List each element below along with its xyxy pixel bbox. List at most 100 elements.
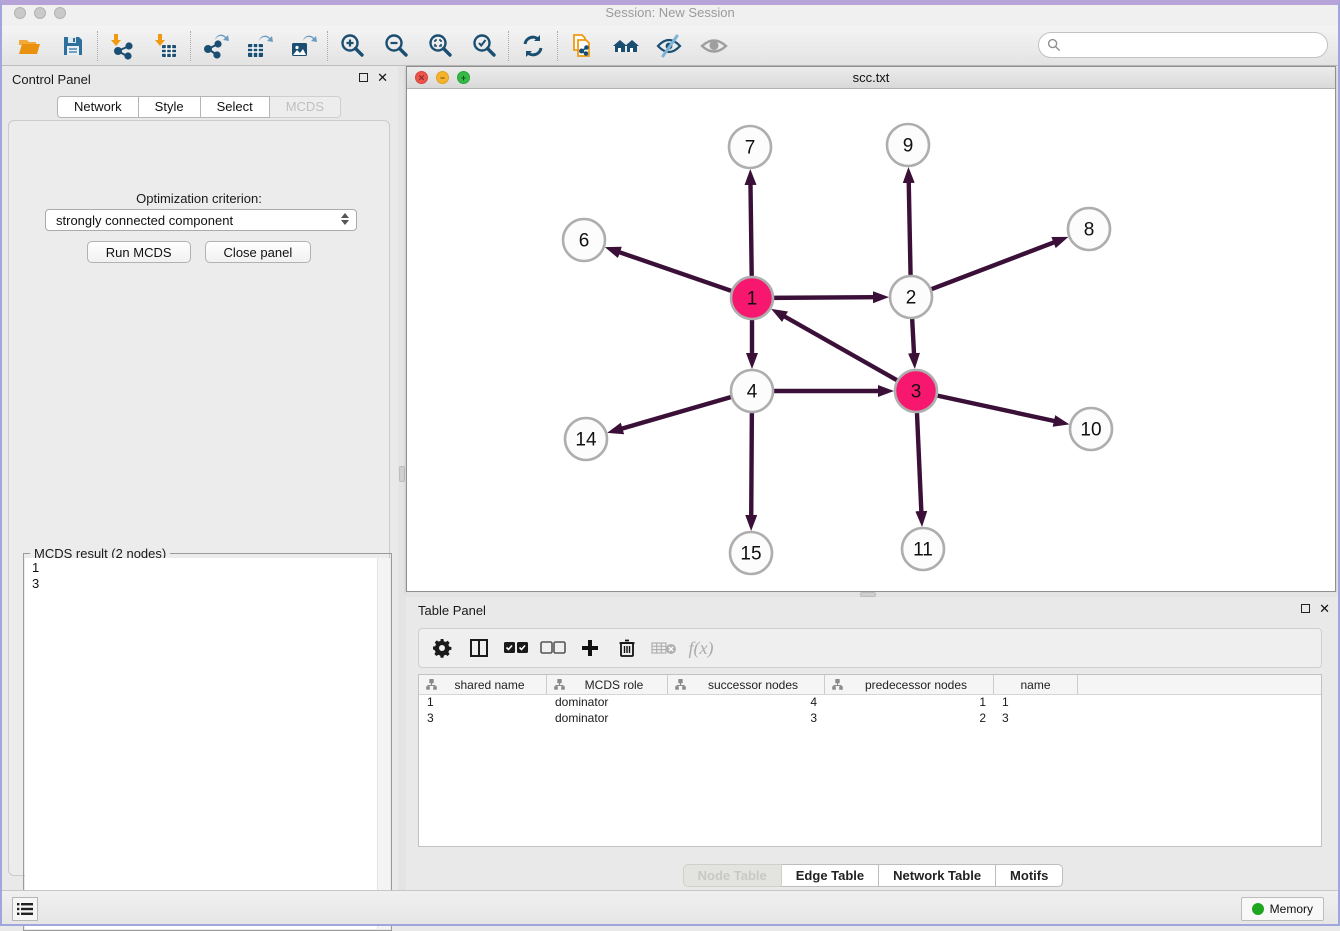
edge-4-15[interactable] (751, 410, 752, 516)
save-session-icon[interactable] (58, 31, 88, 61)
column-header-MCDS-role[interactable]: MCDS role (547, 675, 668, 694)
result-scrollbar[interactable] (377, 558, 390, 929)
node-table: shared name MCDS rolesuccessor nodesprede… (418, 674, 1322, 847)
edge-3-10[interactable] (935, 395, 1055, 421)
zoom-fit-icon[interactable] (425, 31, 455, 61)
svg-text:15: 15 (740, 544, 761, 565)
svg-text:9: 9 (903, 136, 914, 157)
deselect-all-icon[interactable] (538, 633, 568, 663)
search-input[interactable] (1065, 35, 1327, 55)
tab-node-table[interactable]: Node Table (683, 864, 782, 887)
hide-selected-icon[interactable] (655, 31, 685, 61)
edge-1-2[interactable] (771, 297, 874, 298)
network-graph[interactable]: 7 9 6 8 1 2 4 3 14 10 15 11 (407, 89, 1335, 591)
cell-MCDS-role[interactable]: dominator (547, 711, 668, 727)
close-table-panel-icon[interactable]: ✕ (1319, 603, 1330, 614)
cell-shared-name[interactable]: 1 (419, 695, 547, 711)
function-builder-icon[interactable]: f(x) (686, 633, 716, 663)
tab-edge-table[interactable]: Edge Table (782, 864, 879, 887)
table-header-row: shared name MCDS rolesuccessor nodesprede… (419, 675, 1321, 695)
table-body: 1dominator4113dominator323 (419, 695, 1321, 727)
search-icon (1047, 38, 1061, 52)
delete-table-icon[interactable] (649, 633, 679, 663)
tab-select[interactable]: Select (201, 96, 270, 118)
edge-2-3[interactable] (912, 316, 914, 354)
edge-2-8[interactable] (929, 242, 1055, 290)
tab-style[interactable]: Style (139, 96, 201, 118)
open-session-icon[interactable] (14, 31, 44, 61)
column-header-successor-nodes[interactable]: successor nodes (668, 675, 825, 694)
float-table-panel-icon[interactable] (1301, 604, 1310, 613)
tab-network-table[interactable]: Network Table (879, 864, 996, 887)
settings-gear-icon[interactable] (427, 633, 457, 663)
column-view-icon[interactable] (464, 633, 494, 663)
memory-button[interactable]: Memory (1241, 897, 1324, 921)
edge-2-9[interactable] (909, 182, 911, 278)
export-table-icon[interactable] (244, 31, 274, 61)
cell-name[interactable]: 1 (994, 695, 1078, 711)
session-title: Session: New Session (0, 5, 1340, 20)
vertical-splitter-handle[interactable] (399, 466, 405, 482)
zoom-in-icon[interactable] (337, 31, 367, 61)
graph-node-6[interactable]: 6 (563, 219, 605, 261)
graph-node-1[interactable]: 1 (731, 277, 773, 319)
tab-mcds[interactable]: MCDS (270, 96, 341, 118)
graph-node-7[interactable]: 7 (729, 126, 771, 168)
export-network-icon[interactable] (200, 31, 230, 61)
run-mcds-button[interactable]: Run MCDS (87, 241, 191, 263)
import-table-icon[interactable] (151, 31, 181, 61)
cell-shared-name[interactable]: 3 (419, 711, 547, 727)
graph-node-4[interactable]: 4 (731, 370, 773, 412)
delete-column-icon[interactable] (612, 633, 642, 663)
export-image-icon[interactable] (288, 31, 318, 61)
search-box[interactable] (1038, 32, 1328, 58)
cell-MCDS-role[interactable]: dominator (547, 695, 668, 711)
edge-4-14[interactable] (622, 396, 734, 428)
first-neighbors-icon[interactable] (611, 31, 641, 61)
refresh-view-icon[interactable] (518, 31, 548, 61)
column-label: shared name (437, 678, 542, 692)
column-header-predecessor-nodes[interactable]: predecessor nodes (825, 675, 994, 694)
tab-network[interactable]: Network (57, 96, 139, 118)
column-header-name[interactable]: name (994, 675, 1078, 694)
graph-node-8[interactable]: 8 (1068, 208, 1110, 250)
task-history-button[interactable] (12, 897, 38, 921)
graph-node-2[interactable]: 2 (890, 276, 932, 318)
close-panel-button[interactable]: Close panel (205, 241, 312, 263)
graph-node-15[interactable]: 15 (730, 532, 772, 574)
clone-network-icon[interactable] (567, 31, 597, 61)
show-all-icon[interactable] (699, 31, 729, 61)
graph-node-10[interactable]: 10 (1070, 408, 1112, 450)
mcds-result-area[interactable]: 1 3 (25, 558, 390, 929)
cell-predecessor-nodes[interactable]: 1 (825, 695, 994, 711)
close-panel-icon[interactable]: ✕ (377, 72, 388, 83)
edge-3-1[interactable] (784, 316, 899, 381)
cell-successor-nodes[interactable]: 3 (668, 711, 825, 727)
table-row[interactable]: 1dominator411 (419, 695, 1321, 711)
toolbar-separator (557, 31, 558, 61)
float-panel-icon[interactable] (359, 73, 368, 82)
graph-node-9[interactable]: 9 (887, 124, 929, 166)
edge-1-7[interactable] (750, 184, 751, 279)
table-row[interactable]: 3dominator323 (419, 711, 1321, 727)
graph-node-14[interactable]: 14 (565, 418, 607, 460)
graph-node-11[interactable]: 11 (902, 528, 944, 570)
edge-1-6[interactable] (619, 252, 734, 292)
svg-text:2: 2 (906, 288, 917, 309)
select-all-icon[interactable] (501, 633, 531, 663)
mcds-result-values: 1 3 (32, 560, 39, 592)
graph-node-3[interactable]: 3 (895, 370, 937, 412)
criterion-dropdown[interactable]: strongly connected component (45, 209, 357, 231)
network-window-titlebar[interactable]: ✕ − + scc.txt (407, 67, 1335, 89)
add-column-icon[interactable] (575, 633, 605, 663)
import-network-icon[interactable] (107, 31, 137, 61)
cell-name[interactable]: 3 (994, 711, 1078, 727)
tab-motifs[interactable]: Motifs (996, 864, 1063, 887)
zoom-selected-icon[interactable] (469, 31, 499, 61)
optimization-criterion-label: Optimization criterion: (9, 191, 389, 206)
edge-3-11[interactable] (917, 410, 922, 512)
column-header-shared-name[interactable]: shared name (419, 675, 547, 694)
cell-predecessor-nodes[interactable]: 2 (825, 711, 994, 727)
cell-successor-nodes[interactable]: 4 (668, 695, 825, 711)
zoom-out-icon[interactable] (381, 31, 411, 61)
